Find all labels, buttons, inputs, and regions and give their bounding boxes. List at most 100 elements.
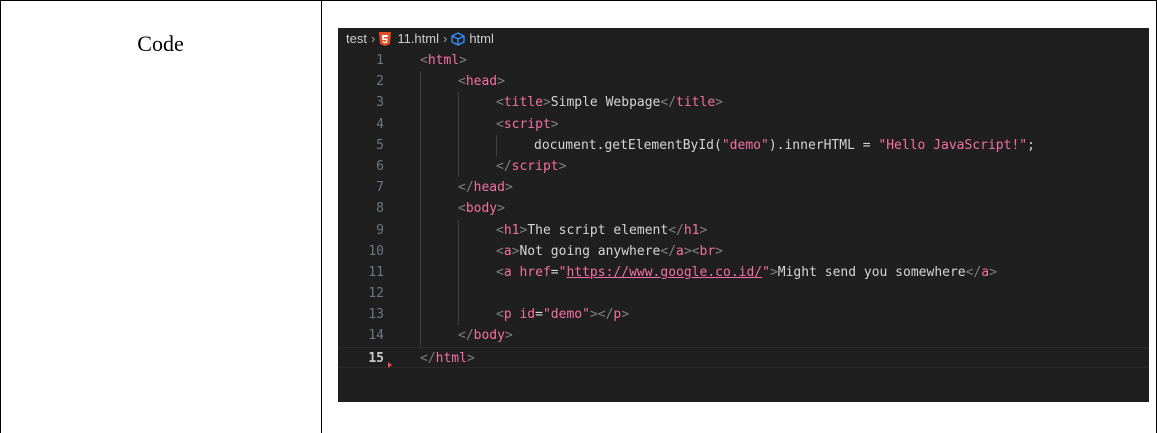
indent-guide <box>420 198 421 220</box>
code-token: > <box>504 180 513 196</box>
indent-guide <box>420 219 421 241</box>
code-line[interactable]: 10 <a>Not going anywhere</a><br> <box>338 240 1149 262</box>
code-token: > <box>542 95 551 111</box>
code-token: script <box>511 158 559 174</box>
code-token: h1 <box>683 222 700 238</box>
code-line[interactable]: 1 <html> <box>338 50 1149 71</box>
line-number: 7 <box>376 180 384 196</box>
code-token: < <box>458 201 466 217</box>
code-text: <p id="demo"></p> <box>496 304 629 325</box>
breadcrumb-file[interactable]: 11.html <box>397 28 439 50</box>
code-token: < <box>496 116 504 132</box>
code-token: html <box>427 53 460 68</box>
indent-guide <box>420 92 421 114</box>
code-line[interactable]: 4 <script> <box>338 113 1149 135</box>
code-token: </ <box>660 95 677 111</box>
code-token: </ <box>420 350 436 366</box>
code-token: title <box>676 95 716 111</box>
indent-guide <box>420 304 421 326</box>
code-token: > <box>466 350 475 366</box>
code-token: > <box>621 307 630 323</box>
line-number: 4 <box>376 116 384 132</box>
code-line[interactable]: 9 <h1>The script element</h1> <box>338 219 1149 241</box>
code-token: </ <box>458 180 474 196</box>
line-number: 6 <box>376 158 384 174</box>
code-token: < <box>496 307 504 323</box>
code-token: < <box>496 264 504 280</box>
code-token: </ <box>660 243 677 259</box>
line-number: 9 <box>376 222 384 238</box>
line-number: 15 <box>368 350 384 366</box>
indent-guide <box>458 92 459 114</box>
code-line[interactable]: 5 document.getElementById("demo").innerHT… <box>338 134 1149 156</box>
code-text: <html> <box>420 50 467 71</box>
code-token: ></ <box>589 307 614 323</box>
code-token: ).innerHTML = <box>768 137 879 153</box>
code-token: " <box>762 264 770 280</box>
code-token: </ <box>458 328 474 344</box>
code-line[interactable]: 12 <box>338 283 1149 305</box>
code-line[interactable]: 11 <a href="https://www.google.co.id/">Mi… <box>338 261 1149 284</box>
code-line[interactable]: 15 </html> <box>338 346 1149 369</box>
code-token: ; <box>1027 137 1035 153</box>
code-token: "Hello JavaScript!" <box>878 137 1028 153</box>
code-token: a <box>503 243 512 259</box>
code-editor-screenshot: test › 11.html › html 1 <html> 2 <head> 3 <ti… <box>338 28 1149 402</box>
code-token: > <box>989 264 997 280</box>
code-token: < <box>496 95 504 111</box>
indent-guide <box>458 240 459 262</box>
label-cell: Code <box>0 0 321 100</box>
code-line[interactable]: 13 <p id="demo"></p> <box>338 304 1149 326</box>
indent-guide <box>420 240 421 262</box>
code-line[interactable]: 8 <body> <box>338 198 1149 220</box>
code-token: > <box>504 328 513 344</box>
code-token: < <box>496 243 504 259</box>
code-line[interactable]: 7 </head> <box>338 177 1149 199</box>
code-token: < <box>458 74 466 90</box>
code-token: > <box>699 222 708 238</box>
code-token: > <box>769 264 778 280</box>
code-token: The script element <box>527 222 669 238</box>
chevron-right-icon: › <box>370 31 376 46</box>
code-line[interactable]: 14 </body> <box>338 325 1149 347</box>
code-token: a <box>503 264 512 280</box>
breadcrumb: test › 11.html › html <box>346 28 494 50</box>
line-number: 1 <box>376 53 384 68</box>
code-token: > <box>715 95 723 111</box>
code-text: </html> <box>420 348 475 369</box>
code-token: br <box>699 243 716 259</box>
code-token: html <box>435 350 467 366</box>
indent-guide <box>420 325 421 347</box>
indent-guide <box>458 283 459 305</box>
indent-guide <box>420 71 421 93</box>
line-number: 11 <box>368 264 384 280</box>
code-line[interactable]: 3 <title>Simple Webpage</title> <box>338 92 1149 114</box>
indent-guide <box>420 113 421 135</box>
code-text: </script> <box>496 156 566 177</box>
code-line[interactable]: 6 </script> <box>338 155 1149 178</box>
html5-icon <box>379 32 392 46</box>
error-marker-icon <box>388 361 392 368</box>
line-number: 13 <box>368 307 384 323</box>
line-number: 5 <box>376 137 384 153</box>
code-token: script <box>503 116 551 132</box>
code-text: <body> <box>458 198 505 219</box>
line-number: 3 <box>376 95 384 111</box>
code-token: id <box>519 307 536 323</box>
breadcrumb-folder[interactable]: test <box>346 28 367 50</box>
indent-guide <box>420 283 421 305</box>
code-token: a <box>676 243 684 259</box>
code-text: document.getElementById("demo").innerHTM… <box>534 135 1035 156</box>
breadcrumb-symbol[interactable]: html <box>469 28 494 50</box>
code-token: </ <box>965 264 982 280</box>
code-token: href <box>519 264 551 280</box>
code-text: </body> <box>458 325 513 346</box>
chevron-right-icon: › <box>442 31 448 46</box>
code-line[interactable]: 2 <head> <box>338 71 1149 93</box>
code-token: body <box>465 201 498 217</box>
indent-guide <box>458 261 459 284</box>
indent-guide <box>458 219 459 241</box>
line-number: 2 <box>376 74 384 90</box>
code-token: body <box>473 328 505 344</box>
code-token: = <box>535 307 543 323</box>
